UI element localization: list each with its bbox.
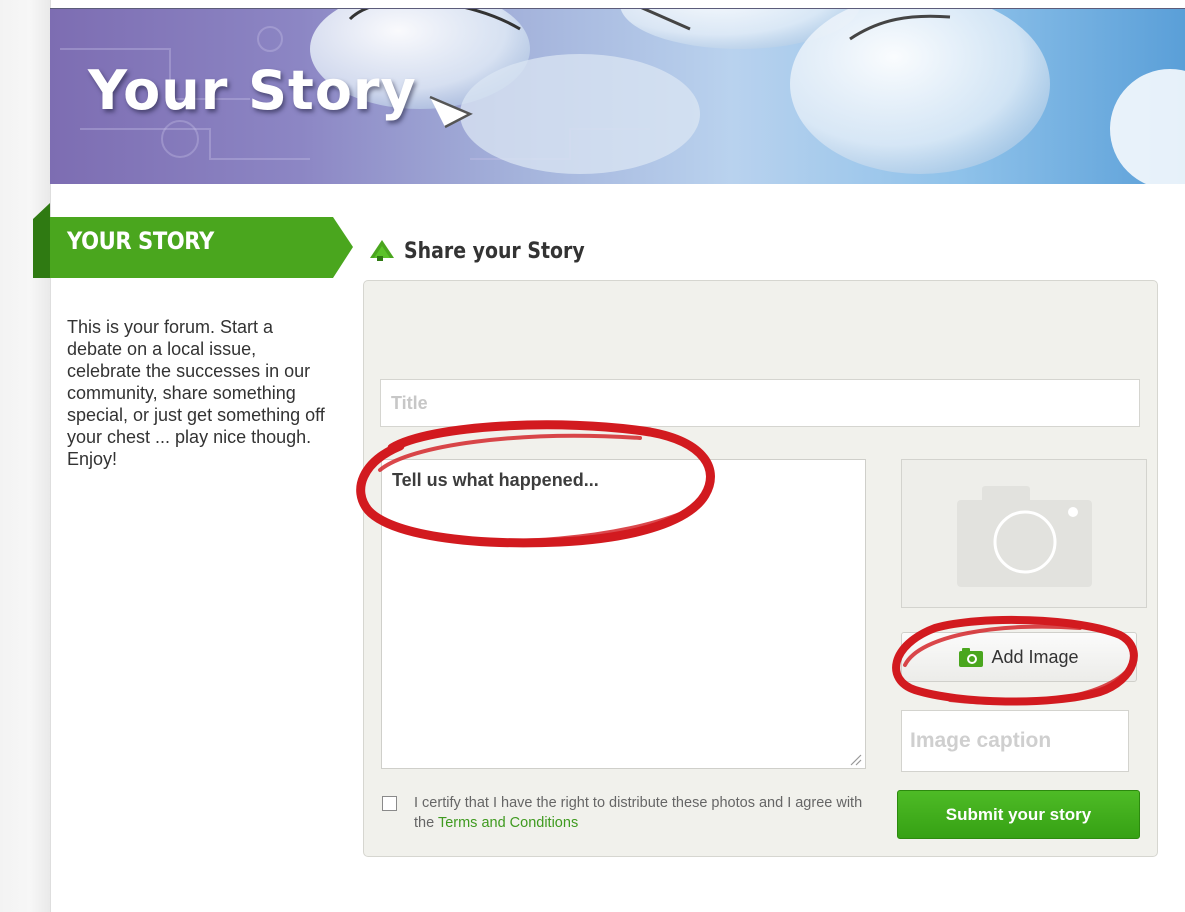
add-image-button[interactable]: Add Image: [901, 632, 1137, 682]
camera-icon: [959, 647, 984, 667]
certify-checkbox[interactable]: [382, 796, 397, 811]
certify-text: I certify that I have the right to distr…: [414, 793, 884, 833]
terms-and-conditions-link[interactable]: Terms and Conditions: [438, 815, 578, 831]
banner-title: Your Story: [88, 59, 417, 122]
title-input[interactable]: [380, 379, 1140, 427]
add-image-label: Add Image: [991, 646, 1079, 667]
sidebar-heading-tab: YOUR STORY: [33, 203, 353, 278]
submit-story-button[interactable]: Submit your story: [897, 790, 1140, 839]
image-preview-box: [901, 459, 1147, 608]
sidebar-description: This is your forum. Start a debate on a …: [67, 317, 325, 469]
story-textarea[interactable]: [381, 459, 866, 769]
image-caption-input[interactable]: [901, 710, 1129, 772]
megaphone-icon: [368, 236, 398, 267]
textarea-resize-handle[interactable]: [848, 752, 862, 766]
sidebar-heading: YOUR STORY: [67, 227, 214, 255]
page-banner: Your Story: [50, 8, 1185, 184]
section-title-label: Share your Story: [404, 238, 585, 264]
page-left-gutter: [0, 0, 51, 912]
section-title: Share your Story: [368, 235, 614, 267]
camera-placeholder-icon: [957, 486, 1092, 587]
